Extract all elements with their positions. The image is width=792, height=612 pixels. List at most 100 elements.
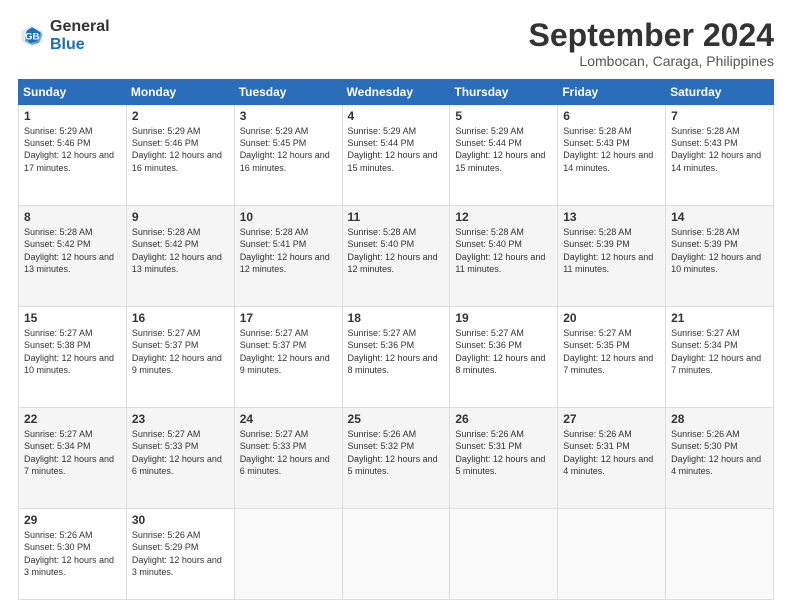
month-title: September 2024 <box>529 18 774 53</box>
cell-info: Sunrise: 5:29 AMSunset: 5:46 PMDaylight:… <box>24 125 121 174</box>
day-number: 16 <box>132 311 229 325</box>
calendar-cell: 30 Sunrise: 5:26 AMSunset: 5:29 PMDayligh… <box>126 509 234 600</box>
cell-info: Sunrise: 5:28 AMSunset: 5:40 PMDaylight:… <box>348 226 445 275</box>
day-number: 7 <box>671 109 768 123</box>
day-number: 2 <box>132 109 229 123</box>
cell-info: Sunrise: 5:28 AMSunset: 5:41 PMDaylight:… <box>240 226 337 275</box>
col-header-saturday: Saturday <box>666 80 774 105</box>
cell-info: Sunrise: 5:27 AMSunset: 5:33 PMDaylight:… <box>132 428 229 477</box>
calendar-cell: 16Sunrise: 5:27 AMSunset: 5:37 PMDayligh… <box>126 307 234 408</box>
day-number: 3 <box>240 109 337 123</box>
cell-info: Sunrise: 5:26 AMSunset: 5:30 PMDaylight:… <box>671 428 768 477</box>
calendar-cell: 3 Sunrise: 5:29 AMSunset: 5:45 PMDaylight… <box>234 105 342 206</box>
calendar-cell <box>450 509 558 600</box>
header: GB General Blue September 2024 Lombocan,… <box>18 18 774 69</box>
col-header-friday: Friday <box>558 80 666 105</box>
day-number: 22 <box>24 412 121 426</box>
day-number: 28 <box>671 412 768 426</box>
cell-info: Sunrise: 5:26 AMSunset: 5:30 PMDaylight:… <box>24 529 121 578</box>
cell-info: Sunrise: 5:27 AMSunset: 5:34 PMDaylight:… <box>24 428 121 477</box>
calendar-cell: 25 Sunrise: 5:26 AMSunset: 5:32 PMDayligh… <box>342 408 450 509</box>
cell-info: Sunrise: 5:26 AMSunset: 5:31 PMDaylight:… <box>563 428 660 477</box>
calendar-cell: 20 Sunrise: 5:27 AMSunset: 5:35 PMDayligh… <box>558 307 666 408</box>
day-number: 23 <box>132 412 229 426</box>
calendar-table: SundayMondayTuesdayWednesdayThursdayFrid… <box>18 79 774 600</box>
calendar-cell: 15Sunrise: 5:27 AMSunset: 5:38 PMDayligh… <box>19 307 127 408</box>
cell-info: Sunrise: 5:26 AMSunset: 5:29 PMDaylight:… <box>132 529 229 578</box>
day-number: 4 <box>348 109 445 123</box>
cell-info: Sunrise: 5:29 AMSunset: 5:44 PMDaylight:… <box>455 125 552 174</box>
calendar-cell <box>342 509 450 600</box>
day-number: 12 <box>455 210 552 224</box>
day-number: 5 <box>455 109 552 123</box>
cell-info: Sunrise: 5:28 AMSunset: 5:42 PMDaylight:… <box>24 226 121 275</box>
calendar-cell: 4 Sunrise: 5:29 AMSunset: 5:44 PMDaylight… <box>342 105 450 206</box>
svg-text:GB: GB <box>25 32 39 43</box>
cell-info: Sunrise: 5:26 AMSunset: 5:31 PMDaylight:… <box>455 428 552 477</box>
cell-info: Sunrise: 5:28 AMSunset: 5:39 PMDaylight:… <box>563 226 660 275</box>
day-number: 27 <box>563 412 660 426</box>
calendar-cell: 6Sunrise: 5:28 AMSunset: 5:43 PMDaylight… <box>558 105 666 206</box>
day-number: 10 <box>240 210 337 224</box>
cell-info: Sunrise: 5:26 AMSunset: 5:32 PMDaylight:… <box>348 428 445 477</box>
day-number: 9 <box>132 210 229 224</box>
day-number: 8 <box>24 210 121 224</box>
logo: GB General Blue <box>18 18 110 54</box>
calendar-cell: 8 Sunrise: 5:28 AMSunset: 5:42 PMDaylight… <box>19 206 127 307</box>
page: GB General Blue September 2024 Lombocan,… <box>0 0 792 612</box>
cell-info: Sunrise: 5:27 AMSunset: 5:36 PMDaylight:… <box>455 327 552 376</box>
day-number: 13 <box>563 210 660 224</box>
cell-info: Sunrise: 5:29 AMSunset: 5:45 PMDaylight:… <box>240 125 337 174</box>
calendar-cell: 26 Sunrise: 5:26 AMSunset: 5:31 PMDayligh… <box>450 408 558 509</box>
logo-text: General Blue <box>50 18 110 54</box>
calendar-cell: 22 Sunrise: 5:27 AMSunset: 5:34 PMDayligh… <box>19 408 127 509</box>
calendar-cell <box>234 509 342 600</box>
day-number: 30 <box>132 513 229 527</box>
day-number: 18 <box>348 311 445 325</box>
calendar-cell: 5 Sunrise: 5:29 AMSunset: 5:44 PMDaylight… <box>450 105 558 206</box>
cell-info: Sunrise: 5:27 AMSunset: 5:37 PMDaylight:… <box>240 327 337 376</box>
col-header-wednesday: Wednesday <box>342 80 450 105</box>
calendar-cell: 19Sunrise: 5:27 AMSunset: 5:36 PMDayligh… <box>450 307 558 408</box>
calendar-cell: 12Sunrise: 5:28 AMSunset: 5:40 PMDayligh… <box>450 206 558 307</box>
calendar-cell: 9 Sunrise: 5:28 AMSunset: 5:42 PMDaylight… <box>126 206 234 307</box>
calendar-week-3: 22 Sunrise: 5:27 AMSunset: 5:34 PMDayligh… <box>19 408 774 509</box>
day-number: 26 <box>455 412 552 426</box>
calendar-cell: 13 Sunrise: 5:28 AMSunset: 5:39 PMDayligh… <box>558 206 666 307</box>
calendar-cell: 18 Sunrise: 5:27 AMSunset: 5:36 PMDayligh… <box>342 307 450 408</box>
logo-icon: GB <box>18 22 46 50</box>
day-number: 20 <box>563 311 660 325</box>
day-number: 21 <box>671 311 768 325</box>
col-header-thursday: Thursday <box>450 80 558 105</box>
col-header-sunday: Sunday <box>19 80 127 105</box>
cell-info: Sunrise: 5:27 AMSunset: 5:38 PMDaylight:… <box>24 327 121 376</box>
day-number: 14 <box>671 210 768 224</box>
calendar-cell: 24Sunrise: 5:27 AMSunset: 5:33 PMDayligh… <box>234 408 342 509</box>
col-header-tuesday: Tuesday <box>234 80 342 105</box>
calendar-cell: 11 Sunrise: 5:28 AMSunset: 5:40 PMDayligh… <box>342 206 450 307</box>
cell-info: Sunrise: 5:27 AMSunset: 5:36 PMDaylight:… <box>348 327 445 376</box>
cell-info: Sunrise: 5:29 AMSunset: 5:44 PMDaylight:… <box>348 125 445 174</box>
cell-info: Sunrise: 5:27 AMSunset: 5:35 PMDaylight:… <box>563 327 660 376</box>
calendar-cell: 2Sunrise: 5:29 AMSunset: 5:46 PMDaylight… <box>126 105 234 206</box>
cell-info: Sunrise: 5:28 AMSunset: 5:42 PMDaylight:… <box>132 226 229 275</box>
calendar-header-row: SundayMondayTuesdayWednesdayThursdayFrid… <box>19 80 774 105</box>
calendar-week-1: 8 Sunrise: 5:28 AMSunset: 5:42 PMDaylight… <box>19 206 774 307</box>
day-number: 1 <box>24 109 121 123</box>
day-number: 6 <box>563 109 660 123</box>
calendar-week-2: 15Sunrise: 5:27 AMSunset: 5:38 PMDayligh… <box>19 307 774 408</box>
calendar-cell: 14 Sunrise: 5:28 AMSunset: 5:39 PMDayligh… <box>666 206 774 307</box>
calendar-cell: 21 Sunrise: 5:27 AMSunset: 5:34 PMDayligh… <box>666 307 774 408</box>
calendar-cell: 17Sunrise: 5:27 AMSunset: 5:37 PMDayligh… <box>234 307 342 408</box>
day-number: 11 <box>348 210 445 224</box>
calendar-cell: 23 Sunrise: 5:27 AMSunset: 5:33 PMDayligh… <box>126 408 234 509</box>
cell-info: Sunrise: 5:27 AMSunset: 5:34 PMDaylight:… <box>671 327 768 376</box>
cell-info: Sunrise: 5:28 AMSunset: 5:39 PMDaylight:… <box>671 226 768 275</box>
calendar-cell: 1 Sunrise: 5:29 AMSunset: 5:46 PMDaylight… <box>19 105 127 206</box>
calendar-week-4: 29Sunrise: 5:26 AMSunset: 5:30 PMDayligh… <box>19 509 774 600</box>
location: Lombocan, Caraga, Philippines <box>529 53 774 69</box>
calendar-cell: 28 Sunrise: 5:26 AMSunset: 5:30 PMDayligh… <box>666 408 774 509</box>
cell-info: Sunrise: 5:28 AMSunset: 5:43 PMDaylight:… <box>671 125 768 174</box>
col-header-monday: Monday <box>126 80 234 105</box>
day-number: 25 <box>348 412 445 426</box>
